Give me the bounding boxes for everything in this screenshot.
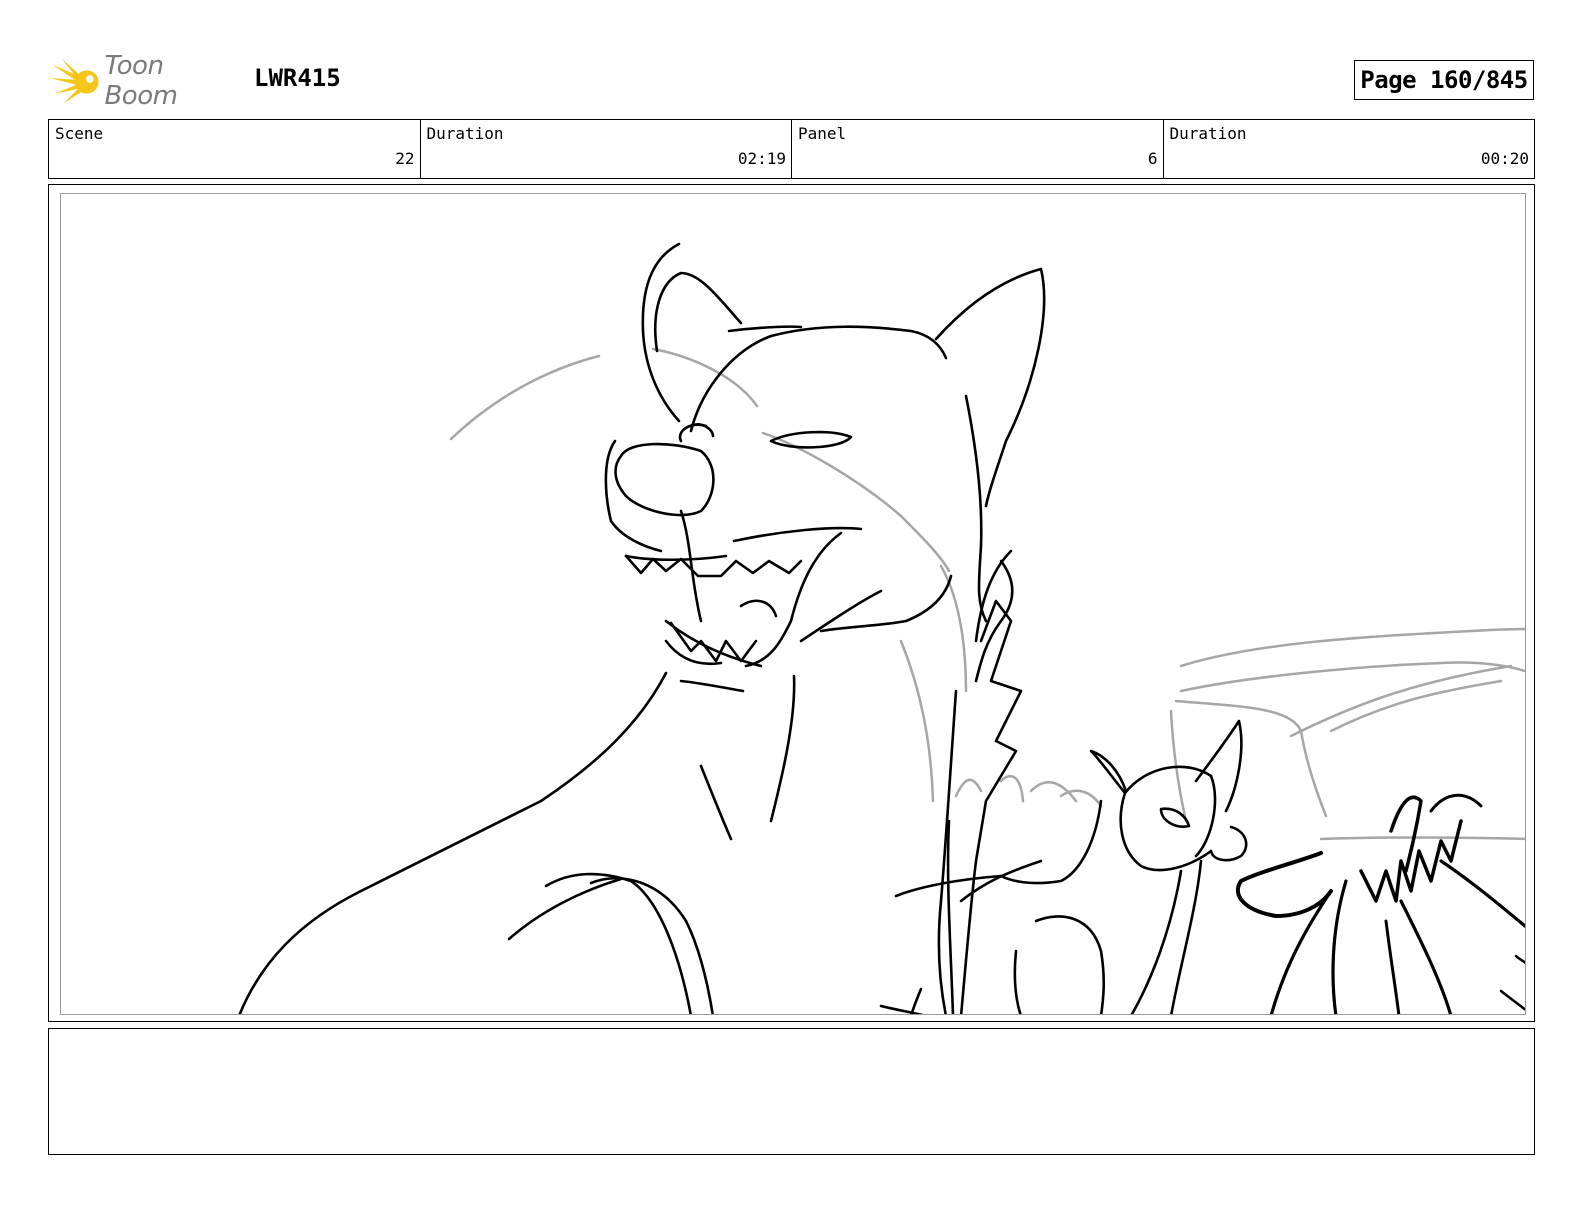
rough-sketch-lines: [449, 347, 1525, 841]
panel-info-row: Scene 22 Duration 02:19 Panel 6 Duration…: [48, 119, 1535, 179]
project-code: LWR415: [254, 64, 341, 92]
toon-boom-starburst-icon: [50, 58, 99, 104]
scene-label: Scene: [55, 124, 104, 143]
panel-duration-label: Duration: [1169, 124, 1247, 143]
panel-duration-value: 00:20: [1480, 149, 1529, 168]
panel-label: Panel: [798, 124, 847, 143]
hyena-sketch-lines: [238, 242, 1525, 1014]
scene-duration-value: 02:19: [737, 149, 786, 168]
scene-value: 22: [395, 149, 415, 168]
panel-cell: Panel 6: [792, 120, 1164, 178]
panel-value: 6: [1147, 149, 1158, 168]
panel-notes-box: [48, 1028, 1535, 1155]
toon-boom-logo: Toon Boom: [50, 51, 240, 111]
scene-duration-label: Duration: [426, 124, 504, 143]
page-indicator: Page 160/845: [1354, 60, 1534, 100]
storyboard-sketch: [238, 242, 1525, 1014]
brand-name: Toon Boom: [104, 51, 178, 111]
scene-duration-cell: Duration 02:19: [421, 120, 792, 178]
panel-drawing-area: [60, 193, 1526, 1015]
panel-duration-cell: Duration 00:20: [1164, 120, 1535, 178]
scene-cell: Scene 22: [49, 120, 421, 178]
